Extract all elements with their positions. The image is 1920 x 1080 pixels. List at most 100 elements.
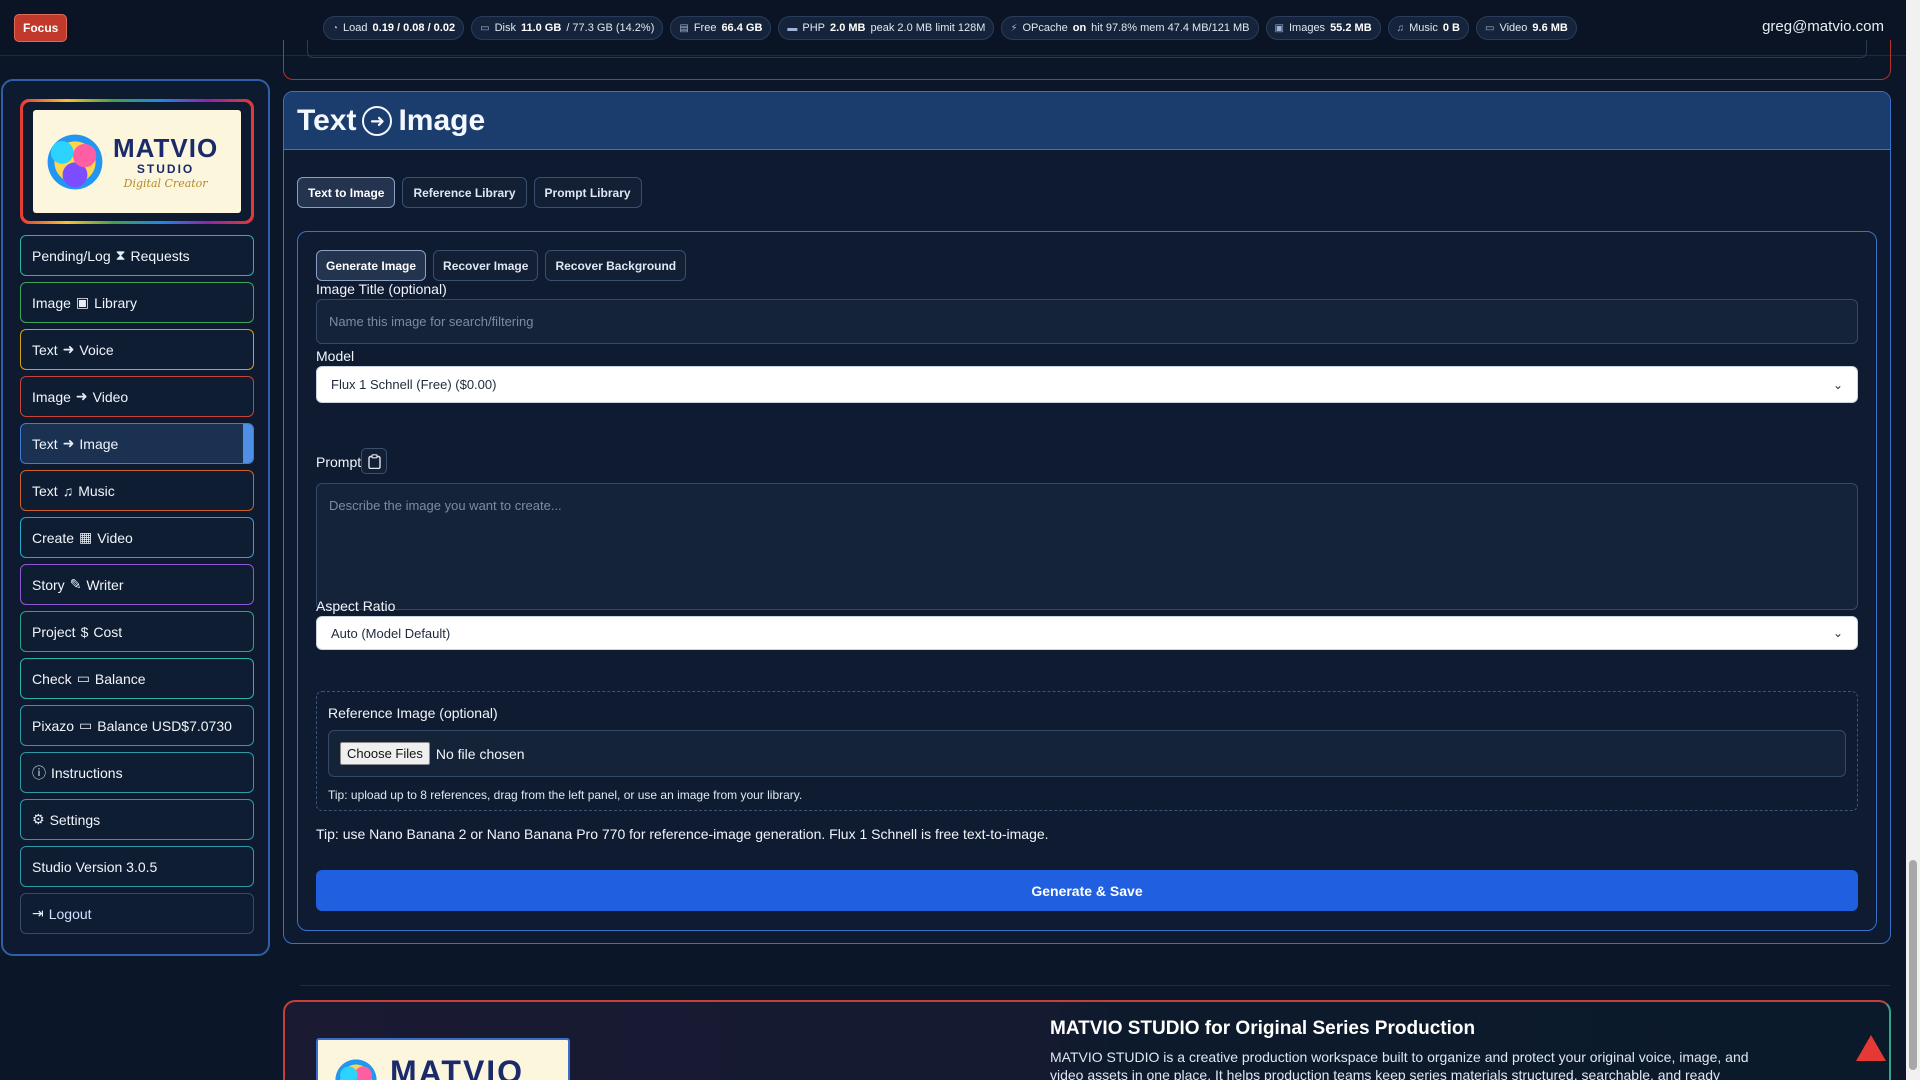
subtab-generate-image[interactable]: Generate Image (316, 250, 427, 281)
sidebar-item-label: Requests (130, 247, 190, 264)
sidebar-item-label: Library (94, 294, 137, 311)
stat-value: 0 B (1442, 22, 1460, 34)
stat-label: Video (1499, 22, 1528, 34)
tab-prompt-library[interactable]: Prompt Library (533, 177, 642, 208)
sidebar-item-label: Cost (93, 623, 123, 640)
sidebar-item-label: Story (32, 576, 65, 593)
sidebar-item-label: Check (32, 670, 72, 687)
choose-files-button[interactable]: Choose Files (340, 742, 430, 765)
stat-chip: ⚡ OPcache on hit 97.8% mem 47.4 MB/121 MB (1001, 16, 1259, 40)
sidebar-item-text-voice[interactable]: Text ➜ Voice (20, 329, 254, 370)
sidebar-item-label: Video (92, 388, 129, 405)
user-email[interactable]: greg@matvio.com (1762, 18, 1884, 35)
arrow-circle-icon: ➜ (62, 435, 75, 451)
stat-value: 9.6 MB (1532, 22, 1568, 34)
database-icon: ▤ (679, 22, 689, 34)
stat-value: 55.2 MB (1330, 22, 1372, 34)
panel-header: Text ➜ Image (284, 92, 1890, 150)
sidebar-item-image-library[interactable]: Image ▣ Library (20, 282, 254, 323)
paste-clipboard-button[interactable] (361, 448, 387, 474)
sidebar-item-settings[interactable]: ⚙ Settings (20, 799, 254, 840)
generate-subtabs: Generate Image Recover Image Recover Backg… (316, 250, 687, 281)
stat-extra: hit 97.8% mem 47.4 MB/121 MB (1091, 22, 1250, 34)
sidebar-item-story-writer[interactable]: Story ✎ Writer (20, 564, 254, 605)
dollar-icon: $ (80, 623, 89, 640)
arrow-circle-icon: ➜ (62, 341, 75, 357)
arrow-circle-icon: ➜ (75, 388, 88, 404)
aspect-ratio-select[interactable]: Auto (Model Default) ⌄ (316, 616, 1858, 650)
model-select[interactable]: Flux 1 Schnell (Free) ($0.00) ⌄ (316, 366, 1858, 403)
text-to-image-panel: Text ➜ Image Text to Image Reference Libr… (283, 91, 1891, 944)
sidebar-item-create-video[interactable]: Create ▦ Video (20, 517, 254, 558)
tab-text-to-image[interactable]: Text to Image (297, 177, 396, 208)
arrow-circle-icon: ➜ (362, 105, 393, 136)
panel-title-left: Text (297, 103, 357, 137)
chevron-down-icon: ⌄ (1832, 377, 1843, 392)
subtab-recover-image[interactable]: Recover Image (433, 250, 539, 281)
film-icon: ▦ (79, 529, 93, 545)
video-icon: ▭ (1485, 22, 1495, 34)
sidebar-item-studio-version[interactable]: Studio Version 3.0.5 (20, 846, 254, 887)
wallet-icon: ▭ (79, 717, 93, 733)
sidebar-item-text-image[interactable]: Text ➜ Image (20, 423, 254, 464)
sidebar-item-label: Text (32, 435, 58, 452)
stat-chip: ▣ Images 55.2 MB (1265, 16, 1381, 40)
music-icon: ♫ (1396, 22, 1405, 34)
stat-extra: peak 2.0 MB limit 128M (870, 22, 986, 34)
sidebar-item-project-cost[interactable]: Project $ Cost (20, 611, 254, 652)
scrollbar-thumb[interactable] (1909, 860, 1917, 1070)
promo-title: MATVIO STUDIO for Original Series Produc… (1050, 1018, 1476, 1039)
sidebar-item-label: Balance USD$7.0730 (97, 717, 232, 734)
sidebar: MATVIO STUDIO Digital Creator Pending/Lo… (1, 79, 270, 956)
stat-label: PHP (802, 22, 826, 34)
sidebar-item-pixazo-balance[interactable]: Pixazo ▭ Balance USD$7.0730 (20, 705, 254, 746)
sidebar-item-label: Music (78, 482, 115, 499)
sidebar-item-pending-log-requests[interactable]: Pending/Log ⧗ Requests (20, 235, 254, 276)
clipboard-icon (367, 453, 381, 469)
model-tip: Tip: use Nano Banana 2 or Nano Banana Pr… (316, 826, 1049, 842)
reference-image-dropzone[interactable]: Reference Image (optional) Choose Files … (316, 691, 1858, 811)
studio-logo[interactable]: MATVIO STUDIO Digital Creator (20, 99, 254, 224)
tab-reference-library[interactable]: Reference Library (402, 177, 527, 208)
subtab-recover-background[interactable]: Recover Background (545, 250, 687, 281)
logo-subtitle: STUDIO (136, 161, 195, 176)
promo-section: MATVIO MATVIO STUDIO for Original Series… (283, 1000, 1891, 1080)
stat-label: OPcache (1022, 22, 1068, 34)
sidebar-item-label: Studio Version 3.0.5 (32, 858, 158, 875)
focus-button[interactable]: Focus (14, 14, 68, 42)
sidebar-item-check-balance[interactable]: Check ▭ Balance (20, 658, 254, 699)
stat-chip: ▤ Free 66.4 GB (670, 16, 772, 40)
page-scrollbar[interactable] (1906, 0, 1920, 1080)
image-title-input[interactable] (316, 299, 1858, 344)
sidebar-item-instructions[interactable]: ⓘ Instructions (20, 752, 254, 793)
sidebar-item-label: Create (32, 529, 75, 546)
hourglass-icon: ⧗ (115, 247, 126, 263)
generate-save-button[interactable]: Generate & Save (316, 870, 1858, 911)
stat-chip: ♫ Music 0 B (1387, 16, 1469, 40)
aspect-ratio-value: Auto (Model Default) (331, 625, 451, 641)
prompt-textarea[interactable] (316, 483, 1858, 610)
reference-file-input[interactable]: Choose Files No file chosen (328, 730, 1846, 777)
scroll-to-top-icon[interactable] (1856, 1035, 1886, 1061)
logo-script: Digital Creator (123, 176, 208, 190)
memory-icon: ▬ (787, 22, 798, 34)
sidebar-item-label: Image (32, 388, 71, 405)
gear-icon: ⚙ (32, 811, 45, 827)
sidebar-item-logout[interactable]: ⇥ Logout (20, 893, 254, 934)
sidebar-item-label: Writer (86, 576, 124, 593)
sidebar-item-label: Image (32, 294, 71, 311)
images-icon: ▣ (75, 294, 90, 310)
sidebar-item-label: Voice (79, 341, 114, 358)
sidebar-item-label: Pixazo (32, 717, 75, 734)
stat-value: 0.19 / 0.08 / 0.02 (372, 22, 456, 34)
sidebar-item-image-video[interactable]: Image ➜ Video (20, 376, 254, 417)
sidebar-item-label: Logout (48, 905, 92, 922)
stat-label: Disk (494, 22, 516, 34)
image-title-label: Image Title (optional) (316, 281, 447, 297)
sidebar-item-label: Instructions (51, 764, 123, 781)
stat-value: 11.0 GB (520, 22, 562, 34)
sidebar-item-text-music[interactable]: Text ♫ Music (20, 470, 254, 511)
stat-chip: ◔ Load 0.19 / 0.08 / 0.02 (323, 16, 465, 40)
previous-panel-inner-edge (307, 40, 1867, 58)
stat-label: Free (693, 22, 717, 34)
